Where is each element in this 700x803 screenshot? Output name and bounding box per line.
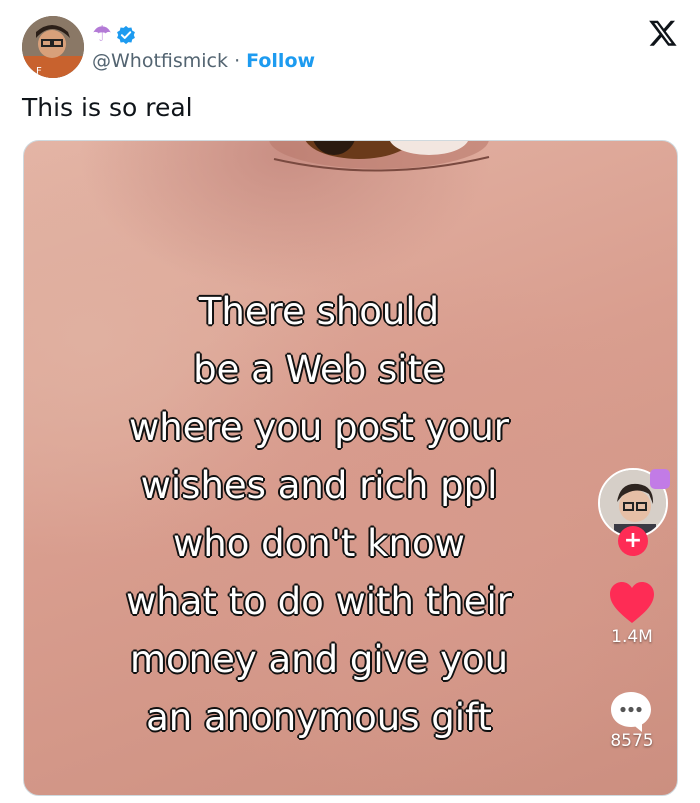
caption-line: an anonymous gift	[145, 695, 493, 740]
caption-line: money and give you	[129, 637, 509, 682]
caption-line: wishes and rich ppl	[140, 463, 499, 508]
separator: ·	[234, 50, 241, 72]
caption-line: be a Web site	[192, 347, 446, 392]
post-header: F ☂ @Whotfismick · Follow	[22, 14, 682, 80]
handle-row: @Whotfismick · Follow	[92, 50, 315, 72]
eye-image	[269, 141, 490, 172]
follow-button[interactable]: Follow	[246, 50, 315, 72]
caption-line: There should	[198, 289, 440, 334]
umbrella-icon: ☂	[92, 22, 112, 47]
comment-icon[interactable]	[608, 689, 654, 735]
svg-text:F: F	[36, 66, 42, 77]
caption-line: what to do with their	[125, 579, 513, 624]
overlay-caption: There should be a Web site where you pos…	[84, 283, 554, 747]
plus-icon[interactable]: +	[618, 526, 648, 556]
comments-count: 8575	[610, 731, 654, 751]
name-row: ☂	[92, 22, 136, 48]
post-media[interactable]: There should be a Web site where you pos…	[23, 140, 678, 796]
creator-badge-icon	[650, 469, 670, 489]
likes-count: 1.4M	[611, 627, 653, 647]
x-logo-icon[interactable]	[648, 18, 678, 48]
verified-badge-icon	[116, 25, 135, 45]
caption-line: who don't know	[172, 521, 466, 566]
caption-line: where you post your	[128, 405, 510, 450]
handle[interactable]: @Whotfismick	[92, 50, 228, 72]
post-text: This is so real	[22, 93, 193, 122]
heart-icon[interactable]	[608, 581, 656, 625]
avatar[interactable]: F	[22, 16, 84, 78]
